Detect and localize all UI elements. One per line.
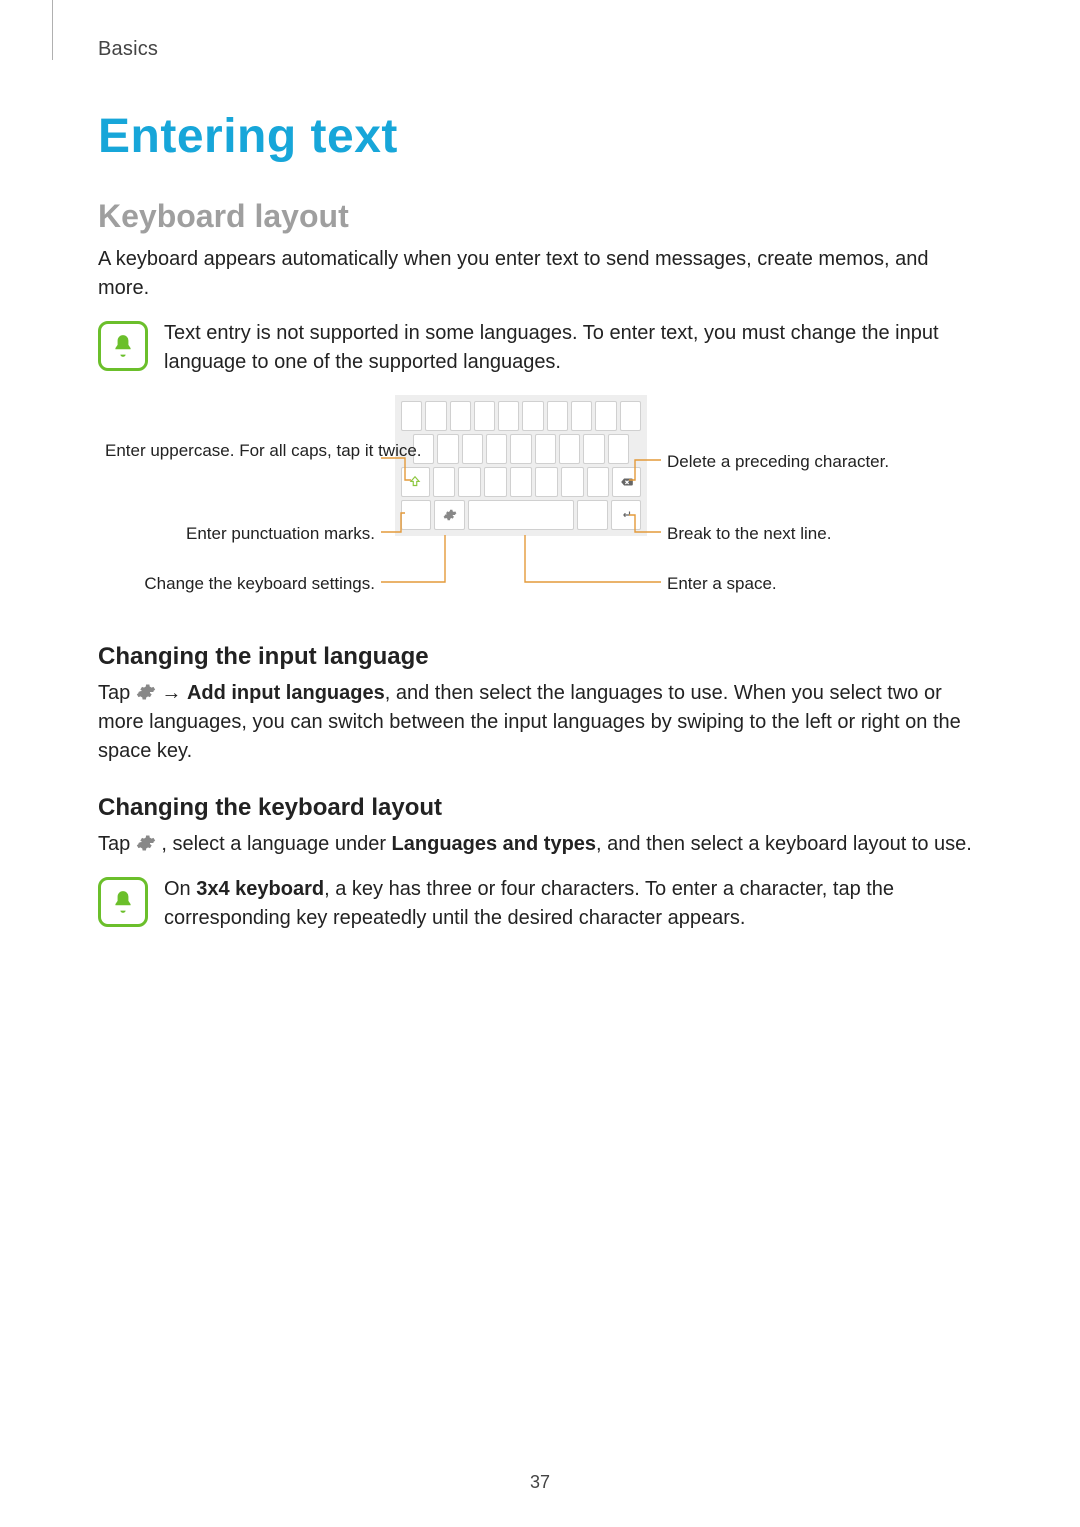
bold-text: 3x4 keyboard xyxy=(196,878,324,900)
text-fragment: , select a language under xyxy=(161,833,391,855)
keyboard-diagram: Enter uppercase. For all caps, tap it tw… xyxy=(105,395,975,615)
page-number: 37 xyxy=(0,1472,1080,1493)
chapter-label: Basics xyxy=(98,38,982,61)
page-title: Entering text xyxy=(98,109,982,164)
text-fragment: Tap xyxy=(98,682,136,704)
page: Basics Entering text Keyboard layout A k… xyxy=(0,0,1080,1527)
subsection-paragraph: Tap , select a language under Languages … xyxy=(98,830,982,859)
bell-icon xyxy=(98,321,148,371)
bell-icon xyxy=(98,877,148,927)
gear-icon xyxy=(136,833,156,853)
note-block: On 3x4 keyboard, a key has three or four… xyxy=(98,875,982,933)
text-fragment: → xyxy=(161,682,187,704)
bold-text: Add input languages xyxy=(187,682,385,704)
subsection-heading: Changing the keyboard layout xyxy=(98,794,982,822)
subsection-paragraph: Tap → Add input languages, and then sele… xyxy=(98,679,982,766)
text-fragment: Tap xyxy=(98,833,136,855)
leader-lines xyxy=(105,395,975,615)
text-fragment: On xyxy=(164,878,196,900)
note-text: On 3x4 keyboard, a key has three or four… xyxy=(164,875,982,933)
note-text: Text entry is not supported in some lang… xyxy=(164,319,982,377)
bold-text: Languages and types xyxy=(392,833,597,855)
note-block: Text entry is not supported in some lang… xyxy=(98,319,982,377)
text-fragment: , and then select a keyboard layout to u… xyxy=(596,833,972,855)
section-heading: Keyboard layout xyxy=(98,198,982,235)
gear-icon xyxy=(136,682,156,702)
side-rule xyxy=(52,0,53,60)
section-paragraph: A keyboard appears automatically when yo… xyxy=(98,245,982,303)
subsection-heading: Changing the input language xyxy=(98,643,982,671)
